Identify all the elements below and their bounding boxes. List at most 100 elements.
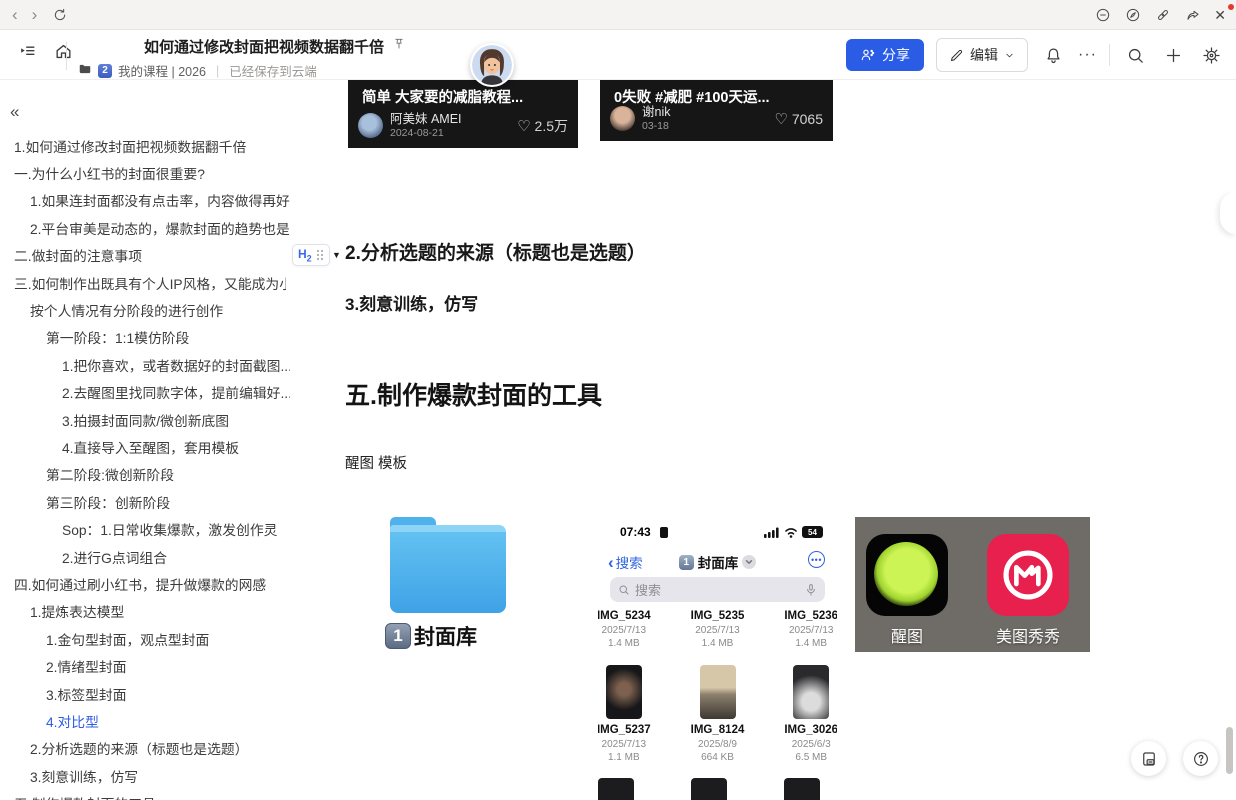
share-button[interactable]: 分享 xyxy=(846,39,924,71)
browser-topbar: ‹ › ✕ xyxy=(0,0,1236,30)
file-item[interactable]: IMG_5237 2025/7/13 1.1 MB xyxy=(598,665,651,765)
keycap-1-icon: 1 xyxy=(385,623,411,649)
breadcrumb[interactable]: 2 我的课程 | 2026 | 已经保存到云端 xyxy=(78,61,406,80)
file-item[interactable]: IMG_5236 2025/7/13 1.4 MB xyxy=(784,609,837,651)
drag-handle-icon[interactable] xyxy=(316,249,324,261)
likes-count: ♡2.5万 xyxy=(517,116,568,136)
compass-icon[interactable] xyxy=(1124,7,1141,24)
sidebar-item[interactable]: 五.制作爆款封面的工具 xyxy=(0,789,290,800)
file-row-1: IMG_5234 2025/7/13 1.4 MB IMG_5235 2025/… xyxy=(598,609,837,651)
sidebar-outline: 1.如何通过修改封面把视频数据翻千倍一.为什么小红书的封面很重要?1.如果连封面… xyxy=(0,132,290,800)
author-avatar xyxy=(358,113,383,138)
phone-more-button[interactable]: ••• xyxy=(808,551,825,568)
sidebar-item[interactable]: 2.进行G点词组合 xyxy=(0,543,290,570)
file-item[interactable]: IMG_8124 2025/8/9 664 KB xyxy=(691,665,745,765)
help-button[interactable] xyxy=(1183,741,1218,776)
share-page-icon[interactable] xyxy=(1184,7,1201,24)
sidebar-item[interactable]: 第二阶段:微创新阶段 xyxy=(0,461,290,488)
sidebar-item[interactable]: 3.标签型封面 xyxy=(0,680,290,707)
toolbar-divider xyxy=(66,42,67,70)
scrollbar-thumb[interactable] xyxy=(1226,727,1233,774)
sidebar-item[interactable]: 1.金句型封面，观点型封面 xyxy=(0,625,290,652)
share-people-icon xyxy=(860,47,876,63)
close-icon[interactable]: ✕ xyxy=(1214,7,1226,24)
sidebar-item[interactable]: 3.刻意训练，仿写 xyxy=(0,762,290,789)
sidebar-item[interactable]: 2.分析选题的来源（标题也是选题） xyxy=(0,735,290,762)
sidebar-item[interactable]: 4.对比型 xyxy=(0,707,290,734)
sidebar-item[interactable]: 4.直接导入至醒图，套用模板 xyxy=(0,433,290,460)
sidebar-item[interactable]: 1.提炼表达模型 xyxy=(0,598,290,625)
sidebar-item[interactable]: 3.拍摄封面同款/微创新底图 xyxy=(0,406,290,433)
folder-image[interactable]: 1 封面库 xyxy=(385,517,520,651)
side-panel-handle[interactable] xyxy=(1220,192,1236,234)
phone-title-badge: 1 xyxy=(679,555,694,570)
notification-dot xyxy=(1228,4,1234,10)
note-card[interactable]: 0失败 #减肥 #100天运... 谢nik 03-18 ♡7065 xyxy=(600,80,833,141)
sidebar-item[interactable]: Sop：1.日常收集爆款，激发创作灵 xyxy=(0,515,290,542)
doc-toolbar: 如何通过修改封面把视频数据翻千倍 2 我的课程 | 2026 | 已经保存到云端 xyxy=(0,30,1236,80)
sidebar-item[interactable]: 2.情绪型封面 xyxy=(0,652,290,679)
comment-icon[interactable] xyxy=(1094,7,1111,24)
more-menu-icon[interactable]: ··· xyxy=(1078,46,1097,64)
edit-button[interactable]: 编辑 xyxy=(936,38,1028,72)
heading-3[interactable]: 3.刻意训练，仿写 xyxy=(345,290,478,315)
home-icon[interactable] xyxy=(50,38,76,64)
new-doc-icon[interactable] xyxy=(1160,42,1186,68)
pin-icon[interactable] xyxy=(392,37,406,56)
xingtu-app-icon xyxy=(866,534,948,616)
phone-title-chevron-icon[interactable] xyxy=(742,555,756,569)
feedback-button[interactable] xyxy=(1131,741,1166,776)
mic-icon xyxy=(805,584,817,596)
sidebar-item[interactable]: 第三阶段：创新阶段 xyxy=(0,488,290,515)
sidebar-item[interactable]: 一.为什么小红书的封面很重要? xyxy=(0,159,290,186)
back-icon[interactable]: ‹ xyxy=(12,6,18,23)
file-item[interactable]: IMG_5235 2025/7/13 1.4 MB xyxy=(691,609,745,651)
forward-icon[interactable]: › xyxy=(32,6,38,23)
sidebar-item[interactable]: 1.把你喜欢，或者数据好的封面截图... xyxy=(0,351,290,378)
paragraph-text[interactable]: 醒图 模板 xyxy=(345,452,407,473)
saved-status: 已经保存到云端 xyxy=(229,61,317,80)
sidebar-item[interactable]: 按个人情况有分阶段的进行创作 xyxy=(0,296,290,323)
battery-icon: 54 xyxy=(802,526,823,538)
phone-search-bar[interactable]: 搜索 xyxy=(610,577,825,602)
document-canvas[interactable]: 简单 大家要的减脂教程... 阿美妹 AMEI 2024-08-21 ♡2.5万… xyxy=(290,80,1236,800)
phone-title: 封面库 xyxy=(698,552,739,572)
outline-toggle-icon[interactable] xyxy=(14,38,40,64)
search-icon xyxy=(618,584,630,596)
author-avatar xyxy=(610,106,635,131)
file-item[interactable]: IMG_5234 2025/7/13 1.4 MB xyxy=(598,609,651,651)
app-xingtu[interactable]: 醒图 xyxy=(865,534,949,647)
sidebar-item[interactable]: 二.做封面的注意事项 xyxy=(0,242,290,269)
folder-icon xyxy=(78,62,92,79)
phone-time: 07:43 xyxy=(620,525,651,539)
heading-big[interactable]: 五.制作爆款封面的工具 xyxy=(345,376,602,412)
sidebar-item[interactable]: 四.如何通过刷小红书，提升做爆款的网感 xyxy=(0,570,290,597)
sidebar-item[interactable]: 第一阶段：1:1模仿阶段 xyxy=(0,324,290,351)
search-icon[interactable] xyxy=(1122,42,1148,68)
phone-lock-icon xyxy=(660,527,668,538)
sidebar-item[interactable]: 2.平台审美是动态的，爆款封面的趋势也是... xyxy=(0,214,290,241)
wifi-icon xyxy=(784,527,798,538)
sidebar-item[interactable]: 三.如何制作出既具有个人IP风格，又能成为小... xyxy=(0,269,290,296)
app-meitu[interactable]: 美图秀秀 xyxy=(986,534,1070,647)
link-icon[interactable] xyxy=(1154,7,1171,24)
settings-gear-icon[interactable] xyxy=(1198,42,1224,68)
note-card[interactable]: 简单 大家要的减脂教程... 阿美妹 AMEI 2024-08-21 ♡2.5万 xyxy=(348,80,578,148)
macos-folder-icon xyxy=(390,517,506,613)
pencil-icon xyxy=(949,48,964,63)
phone-screenshot: 07:43 54 ‹搜索 1 封面库 ••• 搜索 xyxy=(598,517,837,800)
signal-icon xyxy=(764,527,780,538)
file-thumbnail xyxy=(598,778,634,800)
collapse-sidebar-icon[interactable]: « xyxy=(10,102,19,122)
file-item[interactable]: IMG_3026 2025/6/3 6.5 MB xyxy=(784,665,837,765)
sidebar-item[interactable]: 1.如何通过修改封面把视频数据翻千倍 xyxy=(0,132,290,159)
sidebar-item[interactable]: 2.去醒图里找同款字体，提前编辑好... xyxy=(0,379,290,406)
heading-2[interactable]: 2.分析选题的来源（标题也是选题） xyxy=(345,238,646,265)
file-thumbnail xyxy=(606,665,642,719)
refresh-icon[interactable] xyxy=(51,6,68,23)
bell-icon[interactable] xyxy=(1040,42,1066,68)
block-type-chip[interactable]: H2 xyxy=(292,244,330,266)
sidebar-item[interactable]: 1.如果连封面都没有点击率，内容做得再好... xyxy=(0,187,290,214)
fold-toggle-icon[interactable]: ▼ xyxy=(332,250,341,260)
avatar[interactable] xyxy=(470,43,514,87)
